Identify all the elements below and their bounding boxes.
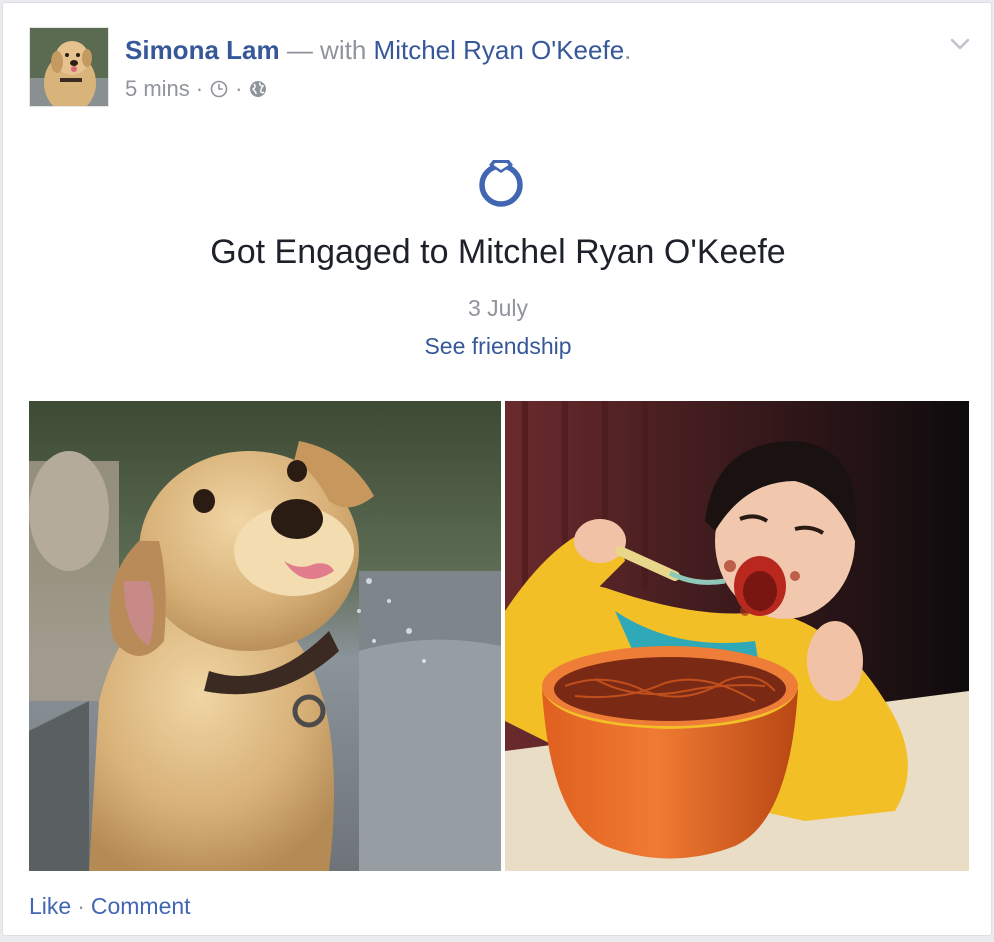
meta-separator: · <box>195 76 204 101</box>
life-event-title: Got Engaged to Mitchel Ryan O'Keefe <box>210 233 786 271</box>
meta-separator: · <box>235 76 243 101</box>
post-actions: Like · Comment <box>29 891 191 921</box>
with-label: — with <box>286 35 367 65</box>
post-timestamp[interactable]: 5 mins <box>125 75 190 103</box>
life-event-date: 3 July <box>467 295 529 321</box>
globe-icon[interactable] <box>248 79 268 99</box>
chevron-down-icon[interactable] <box>947 31 973 57</box>
like-button[interactable]: Like <box>29 893 71 919</box>
dog-photo[interactable] <box>29 401 501 871</box>
clock-icon <box>209 79 229 99</box>
author-name-link[interactable]: Simona Lam <box>125 35 280 65</box>
child-eating-spaghetti-photo[interactable] <box>505 401 969 871</box>
comment-button[interactable]: Comment <box>91 893 191 919</box>
see-friendship-wrap: See friendship <box>3 331 993 361</box>
action-separator: · <box>77 893 85 919</box>
tagged-suffix: . <box>624 35 632 65</box>
post-card: Simona Lam — with Mitchel Ryan O'Keefe. … <box>2 2 992 936</box>
tagged-friend-link[interactable]: Mitchel Ryan O'Keefe <box>374 35 625 65</box>
author-line: Simona Lam — with Mitchel Ryan O'Keefe. <box>125 34 631 66</box>
author-avatar[interactable] <box>29 27 109 107</box>
engagement-ring-icon <box>475 153 527 209</box>
see-friendship-link[interactable]: See friendship <box>424 333 571 359</box>
post-meta: 5 mins · · <box>125 75 268 103</box>
